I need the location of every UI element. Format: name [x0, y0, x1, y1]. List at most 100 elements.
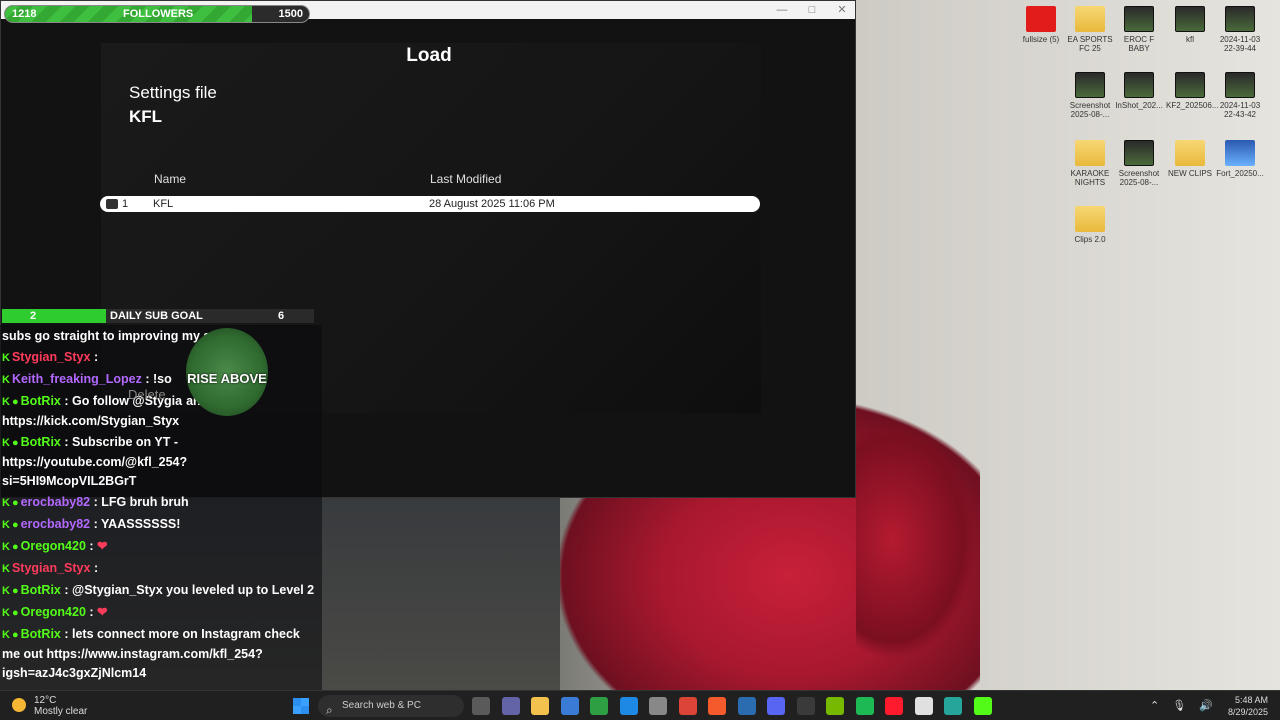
- app-blue-icon[interactable]: [737, 697, 756, 715]
- close-button[interactable]: ✕: [827, 3, 857, 17]
- column-header-modified[interactable]: Last Modified: [430, 172, 501, 186]
- kick-badge-icon: K: [2, 396, 10, 408]
- maximize-button[interactable]: □: [797, 3, 827, 17]
- chat-username: Oregon420: [20, 605, 86, 619]
- desktop-icon[interactable]: KF2_202506...: [1166, 72, 1219, 110]
- capcut-icon[interactable]: [914, 697, 933, 715]
- verified-badge-icon: ●: [11, 497, 19, 509]
- verified-badge-icon: ●: [11, 437, 19, 449]
- desktop-icon[interactable]: NEW CLIPS: [1166, 140, 1214, 178]
- desktop-icon[interactable]: Clips 2.0: [1066, 206, 1114, 244]
- chat-text: ❤: [97, 539, 108, 553]
- settings-icon[interactable]: [649, 697, 667, 715]
- kick-badge-icon: K: [2, 374, 10, 386]
- chat-message: K ● erocbaby82 : LFG bruh bruh: [2, 493, 320, 513]
- desktop-icon[interactable]: Fort_20250...: [1216, 140, 1264, 178]
- chat-text: ❤: [97, 605, 108, 619]
- minimize-button[interactable]: —: [767, 3, 797, 17]
- teams-icon[interactable]: [501, 697, 520, 715]
- red-icon: [1026, 6, 1056, 32]
- app-green-icon[interactable]: [590, 697, 608, 715]
- desktop-icon[interactable]: KARAOKE NIGHTS: [1066, 140, 1114, 187]
- verified-badge-icon: ●: [11, 541, 19, 553]
- kick-badge-icon: K: [2, 629, 10, 641]
- video-icon: [1225, 72, 1255, 98]
- nvidia-icon[interactable]: [826, 697, 844, 715]
- desktop-icon-label: 2024-11-03 22-39-44: [1219, 35, 1261, 53]
- file-explorer-icon[interactable]: [531, 697, 549, 715]
- desktop-icon[interactable]: 2024-11-03 22-43-42: [1216, 72, 1264, 119]
- desktop-icon-label: Screenshot 2025-08-...: [1118, 169, 1160, 187]
- folder-icon: [1075, 6, 1105, 32]
- chat-text: !so: [152, 372, 172, 386]
- clock[interactable]: 5:48 AM 8/29/2025: [1222, 694, 1268, 718]
- desktop-icon[interactable]: Screenshot 2025-08-...: [1066, 72, 1114, 119]
- chat-username: Oregon420: [20, 539, 86, 553]
- video-icon: [1225, 6, 1255, 32]
- desktop-icon[interactable]: EROC F BABY: [1115, 6, 1163, 53]
- system-tray[interactable]: ⌃ 🎙 🔊: [1150, 699, 1213, 712]
- desktop-icon-label: Clips 2.0: [1074, 235, 1106, 244]
- chrome-icon[interactable]: [678, 697, 697, 715]
- kick-badge-icon: K: [2, 585, 10, 597]
- desktop-icon-label: KARAOKE NIGHTS: [1070, 169, 1110, 187]
- chat-separator: :: [60, 435, 72, 449]
- spotify-icon[interactable]: [855, 697, 874, 715]
- chat-separator: :: [85, 605, 98, 619]
- desktop-icon[interactable]: kfl: [1166, 6, 1214, 44]
- desktop-icon-label: 2024-11-03 22-43-42: [1219, 101, 1261, 119]
- table-row[interactable]: 1 KFL 28 August 2025 11:06 PM: [100, 196, 760, 212]
- chat-separator: :: [90, 495, 102, 509]
- chat-message: K ● BotRix : lets connect more on Instagra…: [2, 625, 320, 683]
- sub-goal-bar: 2 DAILY SUB GOAL 6: [2, 309, 314, 323]
- settings-file-label: Settings file: [129, 83, 217, 102]
- defender-icon[interactable]: [619, 697, 638, 715]
- desktop-icon[interactable]: fullsize (5): [1017, 6, 1065, 44]
- kick-badge-icon: K: [2, 607, 10, 619]
- start-button[interactable]: [293, 698, 309, 714]
- chat-message: K ● BotRix : @Stygian_Styx you leveled up …: [2, 581, 320, 601]
- desktop-icon-label: EA SPORTS FC 25: [1067, 35, 1113, 53]
- chat-username: Stygian_Styx: [11, 561, 91, 575]
- desktop-icon-label: KF2_202506...: [1166, 101, 1219, 110]
- chat-separator: :: [90, 517, 101, 531]
- desktop-icon[interactable]: InShot_202...: [1115, 72, 1163, 110]
- opera-icon[interactable]: [885, 697, 903, 715]
- desktop-icon[interactable]: EA SPORTS FC 25: [1066, 6, 1114, 53]
- chat-message: K ● Oregon420 : ❤: [2, 603, 320, 623]
- kick-badge-icon: K: [2, 437, 10, 449]
- sub-goal-current: 2: [30, 310, 37, 322]
- mic-icon[interactable]: 🎙: [1172, 700, 1186, 712]
- video-icon: [1175, 6, 1205, 32]
- page-title: Load: [406, 45, 452, 66]
- store-icon[interactable]: [560, 697, 579, 715]
- chat-username: erocbaby82: [20, 517, 91, 531]
- chat-separator: :: [90, 561, 99, 575]
- task-view-icon[interactable]: [472, 697, 490, 715]
- chat-username: BotRix: [20, 394, 61, 408]
- brave-icon[interactable]: [708, 697, 726, 715]
- desktop-icon[interactable]: Screenshot 2025-08-...: [1115, 140, 1163, 187]
- chat-partial: subs go straight to improving my s: [2, 329, 211, 343]
- verified-badge-icon: ●: [11, 585, 19, 597]
- discord-icon[interactable]: [767, 697, 785, 715]
- desktop-icon[interactable]: 2024-11-03 22-39-44: [1216, 6, 1264, 53]
- taskbar: 12°C Mostly clear ⌕ Search web & PC ⌃ 🎙 …: [0, 690, 1280, 720]
- search-input[interactable]: ⌕ Search web & PC: [318, 695, 464, 717]
- video-icon: [1124, 140, 1154, 166]
- row-index: 1: [122, 198, 129, 210]
- desktop-icon-label: Screenshot 2025-08-...: [1069, 101, 1111, 119]
- obs-icon[interactable]: [796, 697, 815, 715]
- folder-icon: [1175, 140, 1205, 166]
- sub-goal-target: 6: [278, 310, 285, 322]
- row-modified: 28 August 2025 11:06 PM: [429, 198, 555, 210]
- kick-badge-icon: K: [2, 497, 10, 509]
- column-header-name[interactable]: Name: [154, 172, 186, 186]
- app-teal-icon[interactable]: [944, 697, 962, 715]
- chat-separator: :: [60, 394, 72, 408]
- chat-message: K Stygian_Styx :: [2, 348, 320, 368]
- volume-icon[interactable]: 🔊: [1199, 700, 1213, 712]
- kick-icon[interactable]: [973, 697, 992, 715]
- chevron-up-icon[interactable]: ⌃: [1150, 700, 1159, 712]
- video-icon: [1124, 6, 1154, 32]
